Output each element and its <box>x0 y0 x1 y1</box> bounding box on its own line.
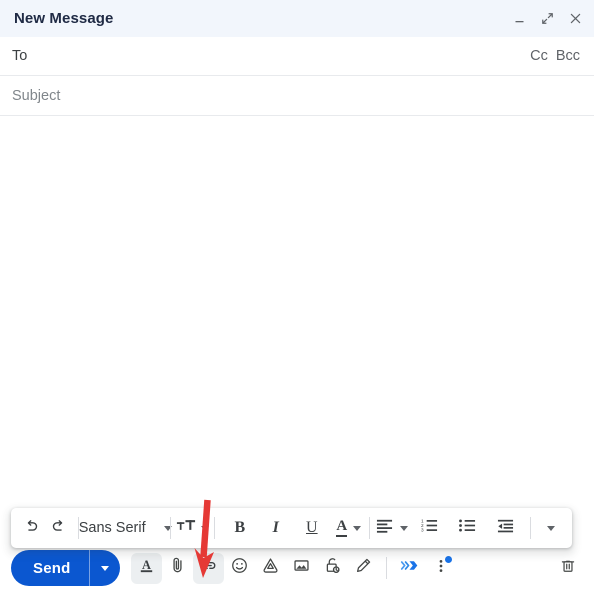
numbered-list-icon: 1 2 3 <box>420 517 439 539</box>
compose-window-header: New Message <box>0 0 594 37</box>
compose-window: New Message To Cc Bcc Subject Send A <box>0 0 594 591</box>
redo-button[interactable] <box>45 514 71 542</box>
gemini-chevrons-icon <box>399 556 421 580</box>
toolbar-divider <box>386 557 388 579</box>
font-family-value: Sans Serif <box>78 520 146 536</box>
link-icon <box>199 556 218 580</box>
close-icon <box>569 12 582 25</box>
minimize-icon <box>513 12 526 25</box>
chevron-down-icon <box>399 525 408 531</box>
numbered-list-button[interactable]: 1 2 3 <box>416 514 442 542</box>
paperclip-icon <box>168 556 187 580</box>
compose-tool-icons: A <box>131 552 552 584</box>
subject-input[interactable]: Subject <box>12 88 580 104</box>
align-selector[interactable] <box>375 514 408 542</box>
bold-icon: B <box>234 519 246 536</box>
font-size-icon <box>176 517 196 539</box>
pen-icon <box>354 556 373 580</box>
help-me-write-button[interactable] <box>394 553 425 584</box>
toolbar-divider <box>214 517 215 539</box>
toolbar-divider <box>169 517 171 539</box>
send-button-group[interactable]: Send <box>11 550 121 586</box>
close-button[interactable] <box>568 11 583 26</box>
bcc-button[interactable]: Bcc <box>556 48 580 64</box>
cc-bcc-group: Cc Bcc <box>530 48 580 64</box>
bold-button[interactable]: B <box>227 514 253 542</box>
emoji-icon <box>230 556 249 580</box>
chevron-down-icon <box>200 525 209 531</box>
google-drive-icon <box>261 556 280 580</box>
minimize-button[interactable] <box>512 11 527 26</box>
chevron-down-icon <box>163 525 172 531</box>
indent-less-icon <box>496 517 515 539</box>
to-field-row[interactable]: To Cc Bcc <box>0 37 594 76</box>
window-controls <box>512 11 583 26</box>
to-input[interactable]: To <box>12 48 530 64</box>
more-formatting-options-button[interactable] <box>538 514 564 542</box>
italic-icon: I <box>272 519 279 536</box>
discard-draft-button[interactable] <box>552 553 583 584</box>
page-title: New Message <box>14 10 114 27</box>
svg-text:A: A <box>143 558 152 572</box>
chevron-down-icon <box>546 525 555 531</box>
font-family-selector[interactable]: Sans Serif <box>79 514 172 542</box>
message-body-input[interactable] <box>0 116 594 545</box>
expand-icon <box>541 12 554 25</box>
confidential-mode-button[interactable] <box>317 553 348 584</box>
insert-signature-button[interactable] <box>348 553 379 584</box>
cc-button[interactable]: Cc <box>530 48 548 64</box>
bulleted-list-icon <box>458 517 477 539</box>
formatting-toolbar: Sans Serif B I U A 1 2 3 <box>11 508 572 548</box>
indent-less-button[interactable] <box>492 514 518 542</box>
formatting-options-button[interactable]: A <box>131 552 163 584</box>
undo-icon <box>23 517 41 540</box>
underline-button[interactable]: U <box>299 514 325 542</box>
bulleted-list-button[interactable] <box>454 514 480 542</box>
send-options-button[interactable] <box>89 550 120 586</box>
compose-action-bar: Send A <box>0 545 594 591</box>
toolbar-divider <box>530 517 531 539</box>
expand-button[interactable] <box>540 11 555 26</box>
insert-drive-file-button[interactable] <box>255 553 286 584</box>
underline-icon: U <box>306 519 318 536</box>
redo-icon <box>49 517 67 540</box>
more-options-button[interactable] <box>425 553 456 584</box>
svg-text:3: 3 <box>421 528 424 534</box>
text-color-selector[interactable]: A <box>336 514 362 542</box>
align-left-icon <box>375 517 394 539</box>
format-text-icon: A <box>137 556 156 580</box>
italic-button[interactable]: I <box>263 514 289 542</box>
image-icon <box>292 556 311 580</box>
font-size-selector[interactable] <box>176 514 209 542</box>
chevron-down-icon <box>101 565 110 571</box>
insert-emoji-button[interactable] <box>224 553 255 584</box>
subject-field-row[interactable]: Subject <box>0 76 594 116</box>
attach-file-button[interactable] <box>162 553 193 584</box>
trash-icon <box>559 557 577 580</box>
chevron-down-icon <box>353 525 362 531</box>
undo-button[interactable] <box>19 514 45 542</box>
send-button[interactable]: Send <box>11 550 89 586</box>
lock-clock-icon <box>323 556 342 580</box>
text-color-icon: A <box>336 518 348 537</box>
more-options-badge <box>445 555 453 563</box>
insert-photo-button[interactable] <box>286 553 317 584</box>
insert-link-button[interactable] <box>193 552 225 584</box>
toolbar-divider <box>368 517 370 539</box>
